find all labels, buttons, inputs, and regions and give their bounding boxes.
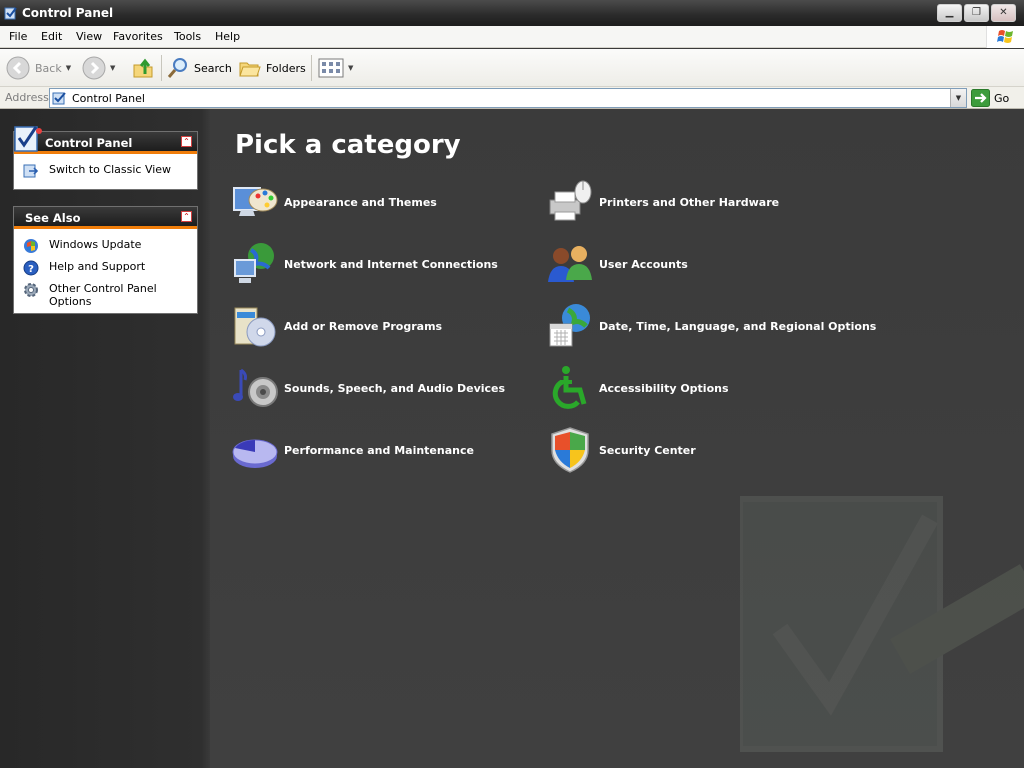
back-button[interactable]: Back ▼ (6, 54, 71, 82)
forward-dropdown-icon[interactable]: ▼ (110, 64, 115, 72)
category-security-center[interactable]: Security Center (546, 425, 696, 475)
menu-tools[interactable]: Tools (174, 30, 201, 43)
category-performance-maintenance[interactable]: Performance and Maintenance (231, 425, 474, 475)
main-content: Pick a category Appearance and Themes Ne… (210, 109, 1024, 768)
menu-bar: File Edit View Favorites Tools Help (0, 26, 1024, 48)
up-folder-icon (133, 58, 153, 78)
shield-icon (551, 427, 589, 473)
folders-button[interactable]: Folders (238, 54, 306, 82)
back-dropdown-icon[interactable]: ▼ (66, 64, 71, 72)
forward-button[interactable]: ▼ (82, 54, 115, 82)
sound-icon (233, 368, 278, 407)
menu-help[interactable]: Help (215, 30, 240, 43)
see-also-section: See Also ⌃ Windows Update ? Help and Sup… (13, 206, 198, 314)
category-printers-hardware[interactable]: Printers and Other Hardware (546, 177, 779, 227)
control-panel-icon (52, 92, 66, 105)
collapse-icon[interactable]: ⌃ (181, 136, 192, 147)
address-value: Control Panel (72, 91, 145, 105)
folder-icon (239, 62, 261, 77)
address-label: Address (5, 91, 49, 104)
gear-icon (24, 283, 38, 297)
windows-update-icon (24, 239, 38, 253)
views-button[interactable]: ▼ (318, 54, 353, 82)
search-button[interactable]: Search (166, 54, 232, 82)
category-sounds-audio[interactable]: Sounds, Speech, and Audio Devices (231, 363, 505, 413)
appearance-icon (233, 187, 278, 216)
windows-logo-icon (986, 26, 1024, 48)
globe-calendar-icon (549, 304, 590, 347)
menu-edit[interactable]: Edit (41, 30, 62, 43)
help-and-support-link[interactable]: ? Help and Support (14, 257, 197, 279)
menu-view[interactable]: View (76, 30, 102, 43)
category-date-time-regional[interactable]: Date, Time, Language, and Regional Optio… (546, 301, 876, 351)
go-arrow-icon (971, 89, 990, 107)
control-panel-icon (4, 7, 17, 20)
accessibility-icon (552, 366, 587, 409)
category-network-internet[interactable]: Network and Internet Connections (231, 239, 498, 289)
toolbar: Back ▼ ▼ Search Folders ▼ (0, 49, 1024, 87)
category-accessibility[interactable]: Accessibility Options (546, 363, 729, 413)
close-button[interactable]: ✕ (991, 4, 1016, 22)
task-pane: Control Panel ⌃ Switch to Classic View S… (0, 109, 210, 768)
title-bar: Control Panel ▁ ❐ ✕ (0, 0, 1024, 26)
network-icon (234, 243, 274, 283)
page-heading: Pick a category (235, 130, 461, 160)
svg-text:?: ? (28, 264, 34, 275)
views-icon (318, 58, 344, 78)
back-arrow-icon (6, 56, 30, 80)
switch-view-icon (23, 164, 39, 178)
views-dropdown-icon[interactable]: ▼ (348, 64, 353, 72)
printer-icon (549, 180, 592, 221)
section-title: See Also (25, 211, 81, 225)
address-input[interactable]: Control Panel ▼ (49, 88, 967, 108)
category-add-remove-programs[interactable]: Add or Remove Programs (231, 301, 442, 351)
control-panel-watermark-icon (740, 496, 1024, 752)
performance-icon (232, 439, 278, 468)
address-dropdown-icon[interactable]: ▼ (950, 89, 966, 107)
users-icon (548, 246, 592, 282)
restore-button[interactable]: ❐ (964, 4, 989, 22)
toolbar-separator (311, 55, 312, 81)
section-title: Control Panel (45, 136, 133, 150)
switch-classic-view-link[interactable]: Switch to Classic View (14, 160, 197, 182)
minimize-button[interactable]: ▁ (937, 4, 962, 22)
collapse-icon[interactable]: ⌃ (181, 211, 192, 222)
see-also-header[interactable]: See Also ⌃ (14, 207, 197, 229)
toolbar-separator (161, 55, 162, 81)
programs-icon (234, 307, 276, 347)
window-title: Control Panel (22, 6, 114, 20)
other-options-link[interactable]: Other Control Panel Options (14, 279, 197, 311)
control-panel-large-icon (14, 126, 42, 152)
search-icon (167, 58, 187, 78)
menu-favorites[interactable]: Favorites (113, 30, 163, 43)
category-user-accounts[interactable]: User Accounts (546, 239, 688, 289)
category-appearance-themes[interactable]: Appearance and Themes (231, 177, 437, 227)
up-folder-button[interactable] (131, 54, 155, 82)
go-button[interactable]: Go (971, 88, 1009, 108)
menu-file[interactable]: File (9, 30, 27, 43)
help-icon: ? (23, 260, 39, 276)
forward-arrow-icon (82, 56, 106, 80)
address-bar: Address Control Panel ▼ Go (0, 87, 1024, 109)
windows-update-link[interactable]: Windows Update (14, 235, 197, 257)
